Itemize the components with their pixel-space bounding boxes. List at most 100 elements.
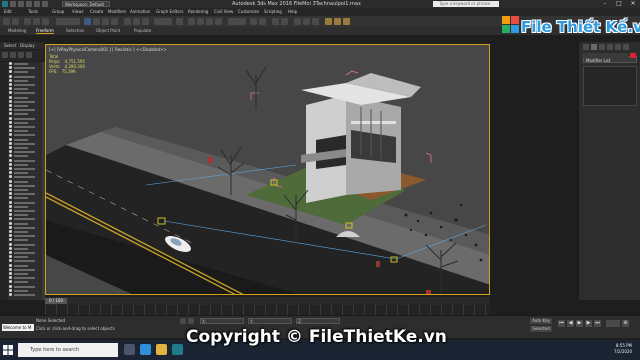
current-frame-field[interactable]	[606, 320, 620, 327]
visibility-icon[interactable]	[9, 167, 12, 170]
tab-freeform[interactable]: Freeform	[36, 28, 54, 34]
display-icon[interactable]	[10, 52, 16, 58]
redo-icon[interactable]	[42, 1, 48, 7]
save-icon[interactable]	[26, 1, 32, 7]
visibility-icon[interactable]	[9, 62, 12, 65]
visibility-icon[interactable]	[9, 251, 12, 254]
visibility-icon[interactable]	[9, 234, 12, 238]
keyword-search-input[interactable]: Type a keyword or phrase	[433, 1, 499, 7]
visibility-icon[interactable]	[9, 242, 12, 246]
tab-populate[interactable]: Populate	[134, 28, 151, 33]
visibility-icon[interactable]	[9, 133, 12, 137]
scene-explorer-select-menu[interactable]: Select	[4, 43, 16, 48]
modify-panel-icon[interactable]	[591, 44, 597, 50]
new-file-icon[interactable]	[10, 1, 16, 7]
time-slider[interactable]: 0 / 100	[45, 298, 67, 304]
menu-edit[interactable]: Edit	[4, 9, 12, 14]
visibility-icon[interactable]	[9, 272, 12, 275]
utilities-panel-icon[interactable]	[623, 44, 629, 50]
menu-views[interactable]: Views	[72, 9, 84, 14]
visibility-icon[interactable]	[9, 192, 12, 196]
scene-explorer-display-menu[interactable]: Display	[20, 43, 35, 48]
rectangle-selection-icon[interactable]	[102, 18, 109, 25]
visibility-icon[interactable]	[9, 238, 12, 242]
hierarchy-panel-icon[interactable]	[599, 44, 605, 50]
mirror-icon[interactable]	[250, 18, 257, 25]
app-icon[interactable]	[2, 1, 8, 7]
visibility-icon[interactable]	[9, 87, 12, 91]
snap-toggle-icon[interactable]	[188, 18, 195, 25]
play-icon[interactable]: ▶	[576, 320, 583, 327]
visibility-icon[interactable]	[9, 200, 12, 204]
visibility-icon[interactable]	[9, 112, 12, 116]
x-coordinate-field[interactable]: X:	[200, 318, 244, 324]
undo-icon[interactable]	[34, 1, 40, 7]
redo-tool-icon[interactable]	[12, 18, 19, 25]
minimize-button[interactable]: –	[598, 0, 612, 8]
visibility-icon[interactable]	[9, 116, 12, 120]
visibility-icon[interactable]	[9, 213, 12, 217]
visibility-icon[interactable]	[9, 129, 12, 133]
modifier-stack[interactable]	[583, 66, 637, 106]
curve-editor-icon[interactable]	[294, 18, 301, 25]
go-to-end-icon[interactable]: ⏭	[594, 320, 601, 327]
unlink-icon[interactable]	[33, 18, 40, 25]
selection-filter-dropdown[interactable]	[56, 18, 80, 25]
visibility-icon[interactable]	[9, 209, 12, 212]
file-explorer-icon[interactable]	[156, 344, 167, 355]
camera-viewport[interactable]: [+] [VRayPhysicalCamera001 ] [ Realistic…	[45, 44, 490, 295]
render-production-icon[interactable]	[343, 18, 350, 25]
create-panel-icon[interactable]	[583, 44, 589, 50]
z-coordinate-field[interactable]: Z:	[296, 318, 340, 324]
maxscript-listener[interactable]: Welcome to M	[2, 324, 34, 331]
visibility-icon[interactable]	[9, 267, 12, 271]
visibility-icon[interactable]	[9, 280, 12, 284]
menu-group[interactable]: Group	[52, 9, 64, 14]
render-setup-icon[interactable]	[325, 18, 332, 25]
tab-object-paint[interactable]: Object Paint	[96, 28, 120, 33]
menu-animation[interactable]: Animation	[130, 9, 150, 14]
visibility-icon[interactable]	[9, 91, 12, 95]
link-icon[interactable]	[24, 18, 31, 25]
edge-browser-icon[interactable]	[140, 344, 151, 355]
move-icon[interactable]	[124, 18, 131, 25]
visibility-icon[interactable]	[9, 146, 12, 149]
visibility-icon[interactable]	[9, 230, 12, 233]
visibility-icon[interactable]	[9, 95, 12, 99]
select-by-name-icon[interactable]	[93, 18, 100, 25]
find-icon[interactable]	[18, 52, 24, 58]
selection-lock-icon[interactable]	[188, 318, 194, 324]
isolate-selection-icon[interactable]	[180, 318, 186, 324]
material-editor-icon[interactable]	[312, 18, 319, 25]
visibility-icon[interactable]	[9, 125, 12, 128]
menu-modifiers[interactable]: Modifiers	[108, 9, 126, 14]
visibility-icon[interactable]	[9, 108, 12, 112]
percent-snap-icon[interactable]	[206, 18, 213, 25]
visibility-icon[interactable]	[9, 70, 12, 74]
menu-customize[interactable]: Customize	[238, 9, 259, 14]
undo-tool-icon[interactable]	[3, 18, 10, 25]
visibility-icon[interactable]	[9, 120, 12, 124]
workspace-dropdown[interactable]: Workspace: Default	[62, 1, 110, 7]
menu-graph-editors[interactable]: Graph Editors	[156, 9, 183, 14]
named-selection-sets-dropdown[interactable]	[228, 18, 246, 25]
visibility-icon[interactable]	[9, 204, 12, 208]
layer-explorer-icon[interactable]	[272, 18, 279, 25]
time-slider-track[interactable]: 0 / 100	[45, 297, 490, 305]
y-coordinate-field[interactable]: Y:	[248, 318, 292, 324]
visibility-icon[interactable]	[9, 183, 12, 187]
window-crossing-icon[interactable]	[111, 18, 118, 25]
reference-coordinate-dropdown[interactable]	[154, 18, 172, 25]
visibility-icon[interactable]	[9, 293, 12, 296]
previous-frame-icon[interactable]: ◀	[567, 320, 574, 327]
visibility-icon[interactable]	[9, 162, 12, 166]
visibility-icon[interactable]	[9, 259, 12, 263]
visibility-icon[interactable]	[9, 255, 12, 259]
visibility-icon[interactable]	[9, 150, 12, 154]
scale-icon[interactable]	[142, 18, 149, 25]
system-clock[interactable]: 8:55 PM 7/2/2020	[596, 343, 632, 355]
menu-tools[interactable]: Tools	[28, 9, 38, 14]
tab-modeling[interactable]: Modeling	[8, 28, 26, 33]
3ds-max-taskbar-icon[interactable]	[172, 344, 183, 355]
visibility-icon[interactable]	[9, 284, 12, 288]
